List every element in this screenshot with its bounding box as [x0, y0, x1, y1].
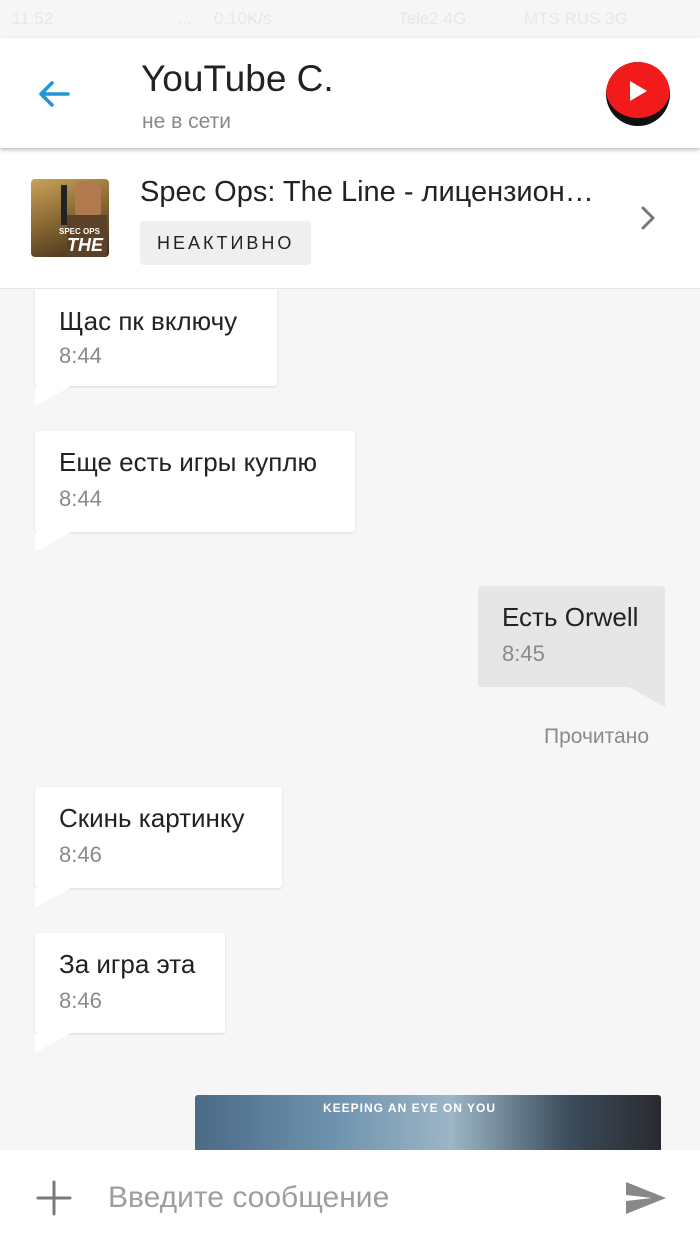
- message-bubble-outgoing[interactable]: Есть Orwell 8:45: [478, 586, 665, 707]
- bubble-tail: [35, 888, 71, 908]
- message-time: 8:44: [59, 486, 102, 511]
- status-bar: 11:52 ... 0.10K/s Tele2 4G MTS RUS 3G: [0, 0, 700, 38]
- message-text: Есть Orwell: [502, 602, 639, 632]
- message-text: Скинь картинку: [59, 803, 245, 833]
- bubble-tail: [35, 386, 71, 406]
- message-time: 8:44: [59, 343, 102, 368]
- product-banner[interactable]: SPEC OPS THE L Spec Ops: The Line - лице…: [0, 148, 700, 289]
- thumbnail-text-main: THE L: [67, 235, 103, 257]
- message-text: За игра эта: [59, 949, 196, 979]
- message-input[interactable]: [108, 1178, 598, 1218]
- bubble-tail: [35, 532, 71, 552]
- status-carrier-2: MTS RUS 3G: [524, 9, 628, 28]
- message-time: 8:46: [59, 842, 102, 867]
- message-bubble-incoming[interactable]: Скинь картинку 8:46: [35, 787, 282, 908]
- send-icon[interactable]: [624, 1180, 668, 1216]
- youtube-play-icon: [630, 81, 647, 101]
- message-composer: [0, 1150, 700, 1244]
- plus-icon[interactable]: [36, 1180, 72, 1216]
- status-speed: 0.10K/s: [214, 9, 272, 28]
- status-badge: НЕАКТИВНО: [140, 221, 312, 265]
- message-time: 8:45: [502, 641, 545, 666]
- image-caption: KEEPING AN EYE ON YOU: [323, 1101, 497, 1115]
- message-bubble-incoming[interactable]: Еще есть игры куплю 8:44: [35, 431, 355, 552]
- status-dots: ...: [178, 9, 193, 28]
- contact-status: не в сети: [142, 110, 231, 133]
- message-text: Щас пк включу: [59, 306, 238, 336]
- status-time: 11:52: [12, 9, 54, 28]
- image-message[interactable]: KEEPING AN EYE ON YOU: [195, 1095, 661, 1155]
- product-thumbnail: SPEC OPS THE L: [31, 179, 109, 257]
- product-title: Spec Ops: The Line - лицензион…: [140, 176, 594, 208]
- message-time: 8:46: [59, 988, 102, 1013]
- arrow-left-icon[interactable]: [34, 74, 74, 114]
- bubble-tail: [629, 687, 665, 707]
- message-bubble-incoming[interactable]: Щас пк включу 8:44: [35, 286, 277, 406]
- avatar[interactable]: [606, 62, 670, 126]
- message-text: Еще есть игры куплю: [59, 447, 318, 477]
- read-receipt: Прочитано: [544, 725, 649, 748]
- status-carrier-1: Tele2 4G: [398, 9, 467, 28]
- thumbnail-face: [75, 181, 101, 219]
- chevron-right-icon[interactable]: [638, 205, 658, 231]
- chat-header: YouTube C. не в сети: [0, 38, 700, 148]
- message-bubble-incoming[interactable]: За игра эта 8:46: [35, 933, 225, 1053]
- bubble-tail: [35, 1033, 71, 1053]
- contact-name[interactable]: YouTube C.: [141, 58, 334, 100]
